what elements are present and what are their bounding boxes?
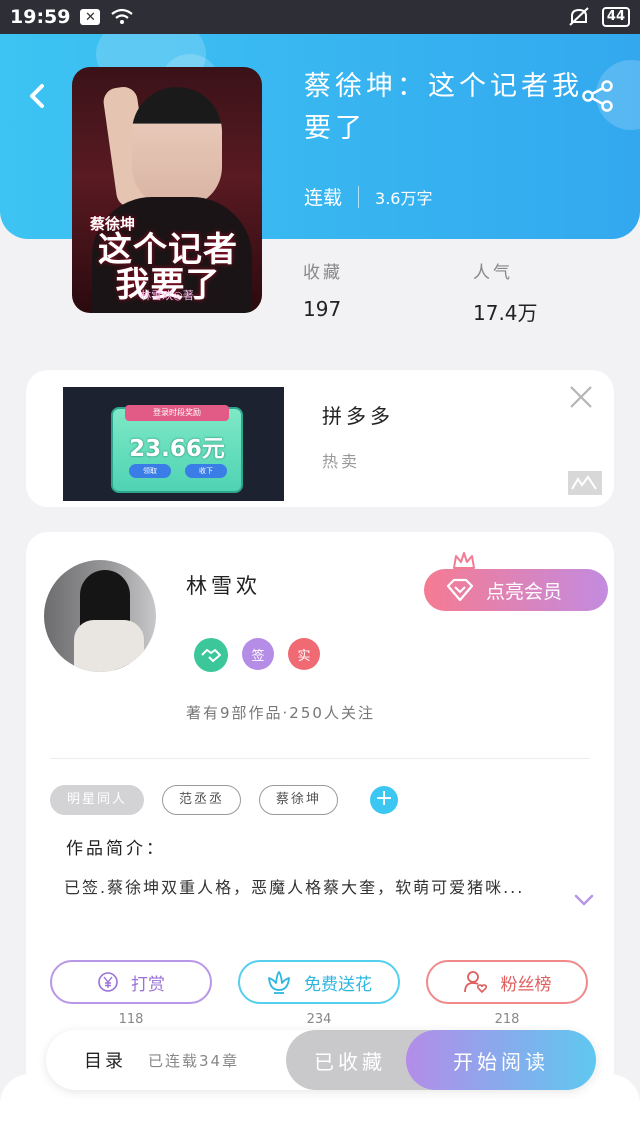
ad-card[interactable]: 登录时段奖励 23.66元 领取 收下 拼多多 热卖	[26, 370, 614, 507]
book-meta: 连载 3.6万字	[304, 183, 432, 210]
ad-close-icon[interactable]	[568, 384, 594, 410]
ad-claim-button: 领取	[129, 464, 171, 478]
action-buttons: 打赏 免费送花 粉丝榜	[50, 960, 588, 1004]
author-stats: 著有9部作品·250人关注	[186, 704, 375, 722]
tag-list: 明星同人 范丞丞 蔡徐坤 +	[50, 785, 399, 815]
flower-icon	[268, 971, 290, 994]
diamond-icon	[446, 578, 474, 602]
divider	[50, 758, 590, 759]
notification-x-icon: ✕	[80, 9, 101, 25]
cover-title-line1: 这个记者	[98, 229, 238, 270]
ad-amount: 23.66元	[129, 436, 225, 462]
author-name[interactable]: 林雪欢	[186, 570, 261, 600]
handshake-icon	[194, 638, 228, 672]
stat-value: 197	[303, 297, 342, 321]
cover-author: 林雪欢◎著	[140, 289, 194, 302]
ad-accept-button: 收下	[185, 464, 227, 478]
mute-icon	[568, 7, 590, 27]
intro-text: 已签.蔡徐坤双重人格，恶魔人格蔡大奎，软萌可爱猪咪...	[64, 878, 525, 897]
intro-title: 作品简介：	[66, 839, 166, 859]
fan-ranking-button[interactable]: 粉丝榜	[426, 960, 588, 1004]
send-flower-label: 免费送花	[304, 974, 372, 995]
author-avatar[interactable]	[44, 560, 156, 672]
ad-image[interactable]: 登录时段奖励 23.66元 领取 收下	[63, 387, 284, 501]
chevron-down-icon[interactable]	[574, 892, 594, 906]
ad-source-logo	[568, 471, 602, 495]
stat-popularity: 人气 17.4万	[473, 258, 538, 326]
ad-ribbon: 登录时段奖励	[125, 405, 229, 421]
tip-button-label: 打赏	[131, 974, 165, 995]
tip-count: 118	[118, 1012, 144, 1027]
cover-figure	[132, 87, 222, 207]
tag-item[interactable]: 范丞丞	[162, 785, 242, 815]
book-title: 蔡徐坤：这个记者我要了	[304, 71, 583, 144]
user-heart-icon	[463, 971, 487, 994]
stat-label: 收藏	[303, 263, 343, 283]
toc-button[interactable]: 目录	[84, 1047, 126, 1073]
author-badges: 签 实	[194, 638, 320, 672]
send-flower-button[interactable]: 免费送花	[238, 960, 400, 1004]
flower-count: 234	[306, 1012, 332, 1027]
ad-title: 拼多多	[322, 404, 394, 428]
bottom-action-bar: 目录 已连载34章 已收藏 开始阅读	[46, 1030, 596, 1090]
add-tag-button[interactable]: +	[370, 786, 399, 814]
meta-divider	[358, 185, 360, 208]
fan-ranking-label: 粉丝榜	[500, 974, 552, 995]
vip-button[interactable]: 点亮会员	[424, 569, 608, 611]
tag-item[interactable]: 蔡徐坤	[259, 785, 339, 815]
crown-icon	[453, 552, 475, 569]
fan-count: 218	[494, 1012, 520, 1027]
tip-button[interactable]: 打赏	[50, 960, 212, 1004]
start-reading-button[interactable]: 开始阅读	[406, 1030, 596, 1090]
status-bar: 19:59 ✕ 44	[0, 0, 640, 34]
battery-indicator: 44	[601, 7, 630, 27]
back-button[interactable]	[22, 76, 52, 116]
action-counts: 118 234 218	[50, 1012, 588, 1027]
book-cover[interactable]: 蔡徐坤 这个记者 我要了 林雪欢◎著	[72, 67, 262, 313]
toc-chapter-count[interactable]: 已连载34章	[148, 1050, 239, 1071]
vip-button-label: 点亮会员	[486, 580, 563, 603]
status-time: 19:59	[10, 6, 71, 28]
book-status: 连载	[304, 187, 343, 209]
wifi-icon	[110, 8, 134, 26]
stat-value: 17.4万	[473, 301, 538, 325]
yen-icon	[98, 972, 118, 992]
author-card: 林雪欢 点亮会员 签 实 著有9部作品·250人关注 明星同人 范丞丞 蔡徐坤 …	[26, 532, 614, 1092]
book-word-count: 3.6万字	[375, 188, 433, 208]
ad-subtitle: 热卖	[322, 452, 361, 471]
stat-label: 人气	[473, 263, 513, 283]
sign-badge-icon: 签	[242, 638, 274, 670]
verified-badge-icon: 实	[288, 638, 320, 670]
stat-favorites: 收藏 197	[303, 258, 343, 321]
tag-item[interactable]: 明星同人	[50, 785, 145, 815]
